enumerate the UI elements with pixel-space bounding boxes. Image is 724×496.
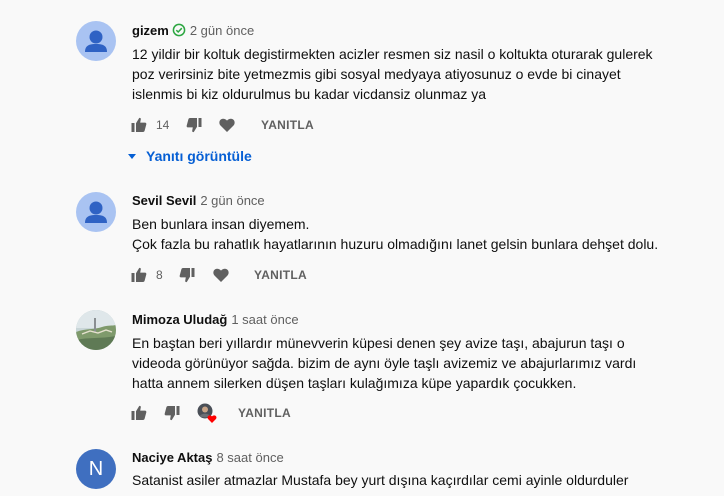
like-icon[interactable] xyxy=(130,116,148,134)
photo-avatar-icon xyxy=(76,310,116,350)
reply-button[interactable]: YANITLA xyxy=(254,268,307,282)
avatar[interactable] xyxy=(76,21,116,61)
avatar[interactable] xyxy=(76,310,116,350)
reply-button[interactable]: YANITLA xyxy=(238,406,291,420)
comments-section: gizem 2 gün önce 12 yildir bir koltuk deg… xyxy=(0,0,724,496)
avatar[interactable] xyxy=(76,192,116,232)
dislike-icon[interactable] xyxy=(185,116,203,134)
like-count: 14 xyxy=(156,118,170,132)
like-icon[interactable] xyxy=(130,404,148,422)
comment-line: poz verirsiniz bite yetmezmis gibi sosya… xyxy=(132,66,621,82)
view-replies-label: Yanıtı görüntüle xyxy=(146,148,252,164)
like-icon[interactable] xyxy=(130,266,148,284)
comment-text: En baştan beri yıllardır münevverin küpe… xyxy=(132,333,692,393)
comment-header: Mimoza Uludağ 1 saat önce xyxy=(132,312,299,328)
dislike-icon[interactable] xyxy=(163,404,181,422)
default-user-icon xyxy=(85,201,107,223)
comment-author[interactable]: Sevil Sevil xyxy=(132,193,196,208)
check-circle-icon xyxy=(172,23,186,41)
comment-header: Naciye Aktaş 8 saat önce xyxy=(132,450,284,466)
comment-time[interactable]: 8 saat önce xyxy=(216,450,283,465)
comment-line: 12 yildir bir koltuk degistirmekten aciz… xyxy=(132,46,653,62)
heart-icon[interactable] xyxy=(212,266,230,284)
comment-author[interactable]: Naciye Aktaş xyxy=(132,450,212,465)
comment-text: Ben bunlara insan diyemem. Çok fazla bu … xyxy=(132,214,692,254)
comment-header: Sevil Sevil 2 gün önce xyxy=(132,193,265,209)
avatar[interactable]: N xyxy=(76,449,116,489)
comment-actions: YANITLA xyxy=(130,402,370,424)
comment-author[interactable]: gizem xyxy=(132,23,169,38)
reply-button[interactable]: YANITLA xyxy=(261,118,314,132)
comment-header: gizem 2 gün önce xyxy=(132,23,254,41)
comment-line: Ben bunlara insan diyemem. xyxy=(132,216,310,232)
comment-line: En baştan beri yıllardır münevverin küpe… xyxy=(132,335,625,351)
comment-line: Çok fazla bu rahatlık hayatlarının huzur… xyxy=(132,236,659,252)
comment-line: hatta annem silerken düşen taşları kulağ… xyxy=(132,375,577,391)
comment-text: 12 yildir bir koltuk degistirmekten aciz… xyxy=(132,44,692,104)
comment-actions: 14 YANITLA xyxy=(130,116,390,136)
heart-icon[interactable] xyxy=(218,116,236,134)
view-replies-button[interactable]: Yanıtı görüntüle xyxy=(128,148,252,164)
default-user-icon xyxy=(85,30,107,52)
creator-heart-icon xyxy=(196,402,218,424)
comment-actions: 8 YANITLA xyxy=(130,266,390,286)
comment-text: Satanist asiler atmazlar Mustafa bey yur… xyxy=(132,470,692,490)
like-count: 8 xyxy=(156,268,163,282)
caret-down-icon xyxy=(128,154,136,159)
comment-line: Satanist asiler atmazlar Mustafa bey yur… xyxy=(132,472,629,488)
comment-line: islenmis bi kiz oldurulmus bu kadar vicd… xyxy=(132,86,487,102)
comment-time[interactable]: 1 saat önce xyxy=(231,312,298,327)
comment-time[interactable]: 2 gün önce xyxy=(190,23,254,38)
dislike-icon[interactable] xyxy=(178,266,196,284)
comment-time[interactable]: 2 gün önce xyxy=(200,193,264,208)
comment-line: videoda görünüyor sağda. bizim de aynı ö… xyxy=(132,355,637,371)
comment-author[interactable]: Mimoza Uludağ xyxy=(132,312,227,327)
